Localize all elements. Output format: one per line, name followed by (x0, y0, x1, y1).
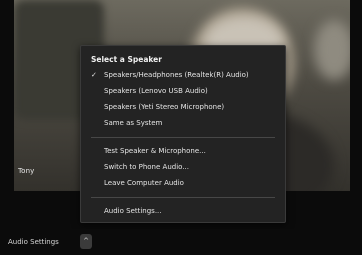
menu-item-label: Audio Settings... (104, 207, 162, 215)
menu-item-label: Speakers/Headphones (Realtek(R) Audio) (104, 71, 249, 79)
menu-item-label: Speakers (Lenovo USB Audio) (104, 87, 208, 95)
video-lamp-shape (314, 20, 350, 80)
menu-item-speaker-yeti[interactable]: Speakers (Yeti Stereo Microphone) (82, 99, 284, 115)
audio-settings-label[interactable]: Audio Settings (8, 238, 59, 246)
menu-item-speaker-realtek[interactable]: ✓ Speakers/Headphones (Realtek(R) Audio) (82, 67, 284, 83)
menu-item-leave-computer-audio[interactable]: Leave Computer Audio (82, 175, 284, 191)
menu-item-label: Leave Computer Audio (104, 179, 184, 187)
chevron-up-icon[interactable]: ^ (80, 234, 92, 249)
menu-divider (91, 197, 275, 198)
menu-item-switch-to-phone[interactable]: Switch to Phone Audio... (82, 159, 284, 175)
menu-heading: Select a Speaker (91, 55, 162, 64)
menu-item-label: Same as System (104, 119, 163, 127)
menu-item-label: Speakers (Yeti Stereo Microphone) (104, 103, 225, 111)
meeting-toolbar: Audio Settings ^ (0, 229, 362, 255)
menu-item-test-speaker[interactable]: Test Speaker & Microphone... (82, 143, 284, 159)
participant-name-label: Tony (18, 167, 35, 175)
menu-item-same-as-system[interactable]: Same as System (82, 115, 284, 131)
menu-item-speaker-lenovo[interactable]: Speakers (Lenovo USB Audio) (82, 83, 284, 99)
meeting-window: Tony Select a Speaker ✓ Speakers/Headpho… (0, 0, 362, 255)
menu-divider (91, 137, 275, 138)
menu-item-label: Switch to Phone Audio... (104, 163, 189, 171)
menu-item-audio-settings[interactable]: Audio Settings... (82, 203, 284, 219)
menu-item-label: Test Speaker & Microphone... (104, 147, 206, 155)
checkmark-icon: ✓ (91, 71, 97, 79)
speaker-select-menu: Select a Speaker ✓ Speakers/Headphones (… (80, 45, 286, 223)
